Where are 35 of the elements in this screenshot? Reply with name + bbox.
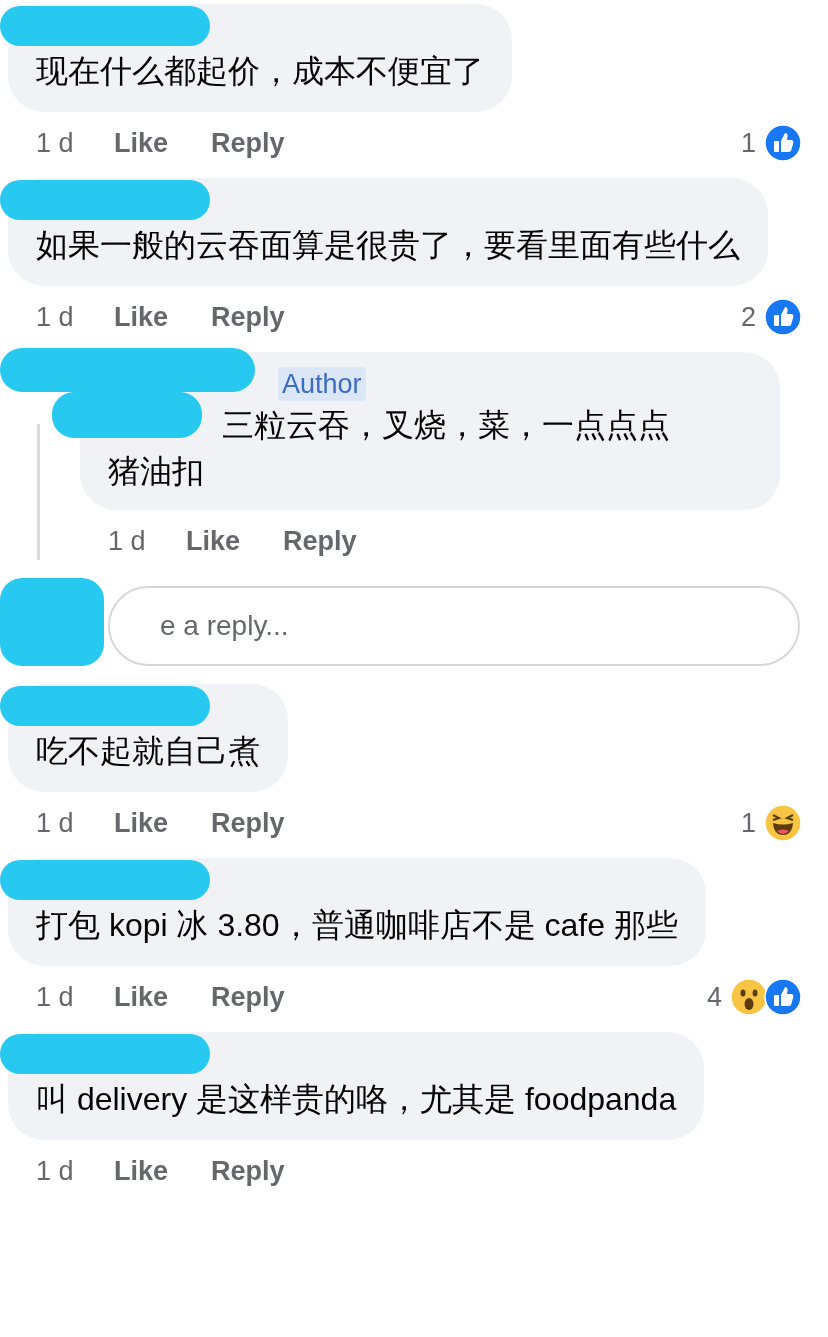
like-link[interactable]: Like xyxy=(114,296,211,338)
like-link[interactable]: Like xyxy=(186,520,283,562)
reply-link[interactable]: Reply xyxy=(211,1150,285,1192)
reply-link[interactable]: Reply xyxy=(283,520,357,562)
like-link[interactable]: Like xyxy=(114,802,211,844)
comment-time: 1 d xyxy=(36,300,75,334)
reply-link[interactable]: Reply xyxy=(211,122,285,164)
comment-text: 吃不起就自己煮 xyxy=(36,732,260,771)
like-icon xyxy=(764,124,802,162)
comment-time: 1 d xyxy=(36,806,75,840)
reply-input-field[interactable]: e a reply... xyxy=(108,586,800,666)
like-link[interactable]: Like xyxy=(114,122,211,164)
comment-time: 1 d xyxy=(108,524,147,558)
reaction-count: 1 xyxy=(740,806,756,840)
like-link[interactable]: Like xyxy=(114,976,211,1018)
reply-link[interactable]: Reply xyxy=(211,296,285,338)
reply-text: 三粒云吞，叉烧，菜，一点点点猪油扣 xyxy=(108,406,671,491)
reaction-count: 2 xyxy=(740,300,756,334)
like-icon xyxy=(764,978,802,1016)
surprised-face-icon xyxy=(730,978,768,1016)
like-link[interactable]: Like xyxy=(114,1150,211,1192)
comment-text: 叫 delivery 是这样贵的咯，尤其是 foodpanda xyxy=(36,1080,677,1119)
laughing-face-icon xyxy=(764,804,802,842)
comment-text: 如果一般的云吞面算是很贵了，要看里面有些什么 xyxy=(36,226,740,265)
like-icon xyxy=(764,298,802,336)
comment-time: 1 d xyxy=(36,1154,75,1188)
comment-text: 打包 kopi 冰 3.80，普通咖啡店不是 cafe 那些 xyxy=(36,906,678,945)
reaction-count: 1 xyxy=(740,126,756,160)
reply-link[interactable]: Reply xyxy=(211,976,285,1018)
comment-time: 1 d xyxy=(36,126,75,160)
comment-text: 现在什么都起价，成本不便宜了 xyxy=(36,52,484,91)
reaction-count: 4 xyxy=(706,980,722,1014)
comment-time: 1 d xyxy=(36,980,75,1014)
reply-link[interactable]: Reply xyxy=(211,802,285,844)
author-badge: Author xyxy=(278,367,366,401)
